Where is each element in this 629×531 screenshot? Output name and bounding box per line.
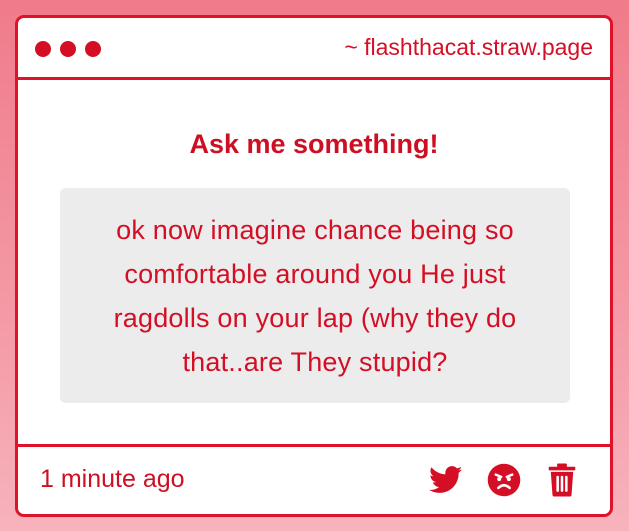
question-card: ~ flashthacat.straw.page Ask me somethin… (15, 15, 613, 517)
twitter-icon (429, 466, 463, 493)
angry-face-icon (487, 463, 521, 497)
card-footer: 1 minute ago (18, 444, 610, 514)
question-text: ok now imagine chance being so comfortab… (113, 214, 517, 377)
timestamp: 1 minute ago (40, 465, 185, 493)
window-dots (35, 41, 101, 57)
window-titlebar: ~ flashthacat.straw.page (18, 18, 610, 80)
window-dot (60, 41, 76, 57)
main-content: Ask me something! ok now imagine chance … (18, 80, 610, 447)
report-button[interactable] (486, 462, 522, 498)
trash-icon (548, 463, 576, 497)
question-box: ok now imagine chance being so comfortab… (60, 188, 570, 403)
page-title: Ask me something! (189, 129, 439, 159)
action-bar (428, 462, 580, 498)
delete-button[interactable] (544, 462, 580, 498)
window-dot (35, 41, 51, 57)
page-url[interactable]: ~ flashthacat.straw.page (344, 34, 593, 61)
window-dot (85, 41, 101, 57)
share-twitter-button[interactable] (428, 462, 464, 498)
